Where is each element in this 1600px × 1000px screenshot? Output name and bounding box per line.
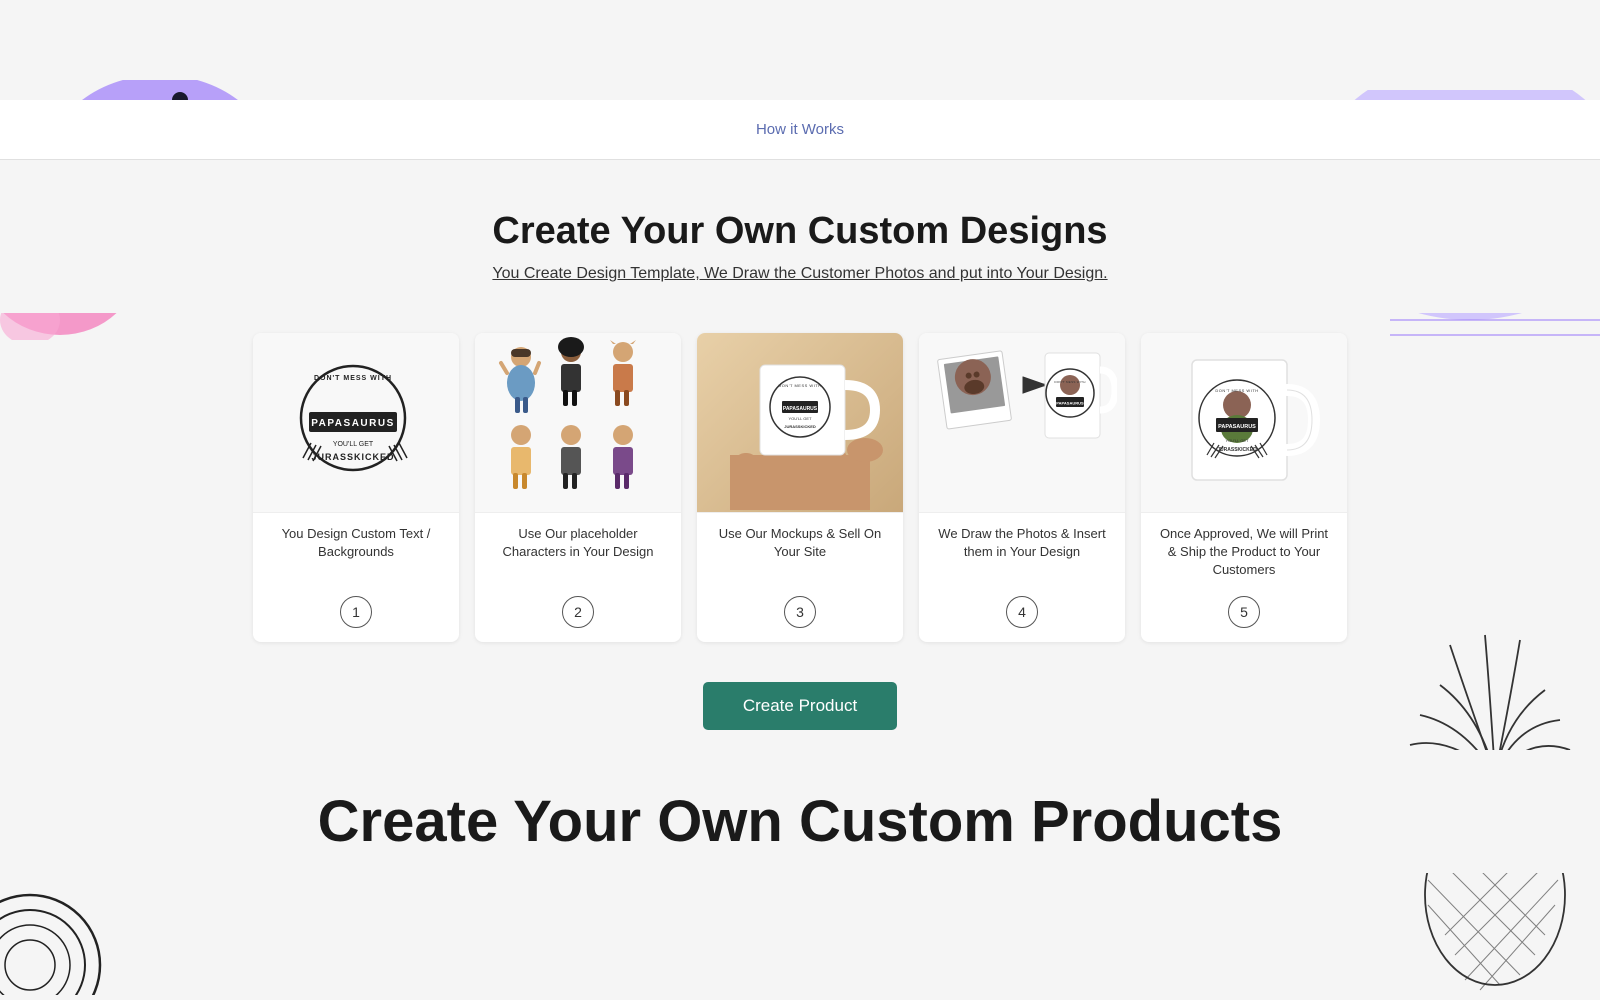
step-1-image: DON'T MESS WITH PAPASAURUS YOU'LL GET JU…	[253, 333, 459, 513]
step-2-image	[475, 333, 681, 513]
hero-title: Create Your Own Custom Designs	[80, 210, 1520, 253]
svg-text:JURASSKICKED: JURASSKICKED	[311, 452, 394, 462]
bottom-title: Create Your Own Custom Products	[80, 790, 1520, 854]
hero-section: Create Your Own Custom Designs You Creat…	[0, 160, 1600, 313]
svg-text:YOU'LL GET: YOU'LL GET	[1225, 438, 1249, 443]
step-card-1: DON'T MESS WITH PAPASAURUS YOU'LL GET JU…	[253, 333, 459, 642]
bottom-section: Create Your Own Custom Products	[0, 750, 1600, 874]
svg-text:PAPASAURUS: PAPASAURUS	[311, 418, 395, 429]
svg-text:PAPASAURUS: PAPASAURUS	[783, 406, 818, 412]
step-5-image: PAPASAURUS YOU'LL GET JURASSKICKED DON'T…	[1141, 333, 1347, 513]
svg-text:DON'T MESS WITH: DON'T MESS WITH	[314, 375, 392, 382]
step-3-number: 3	[784, 596, 816, 628]
step-3-label: Use Our Mockups & Sell On Your Site	[697, 513, 903, 588]
svg-text:JURASSKICKED: JURASSKICKED	[784, 424, 816, 429]
step-2-number: 2	[562, 596, 594, 628]
step-3-image: PAPASAURUS YOU'LL GET JURASSKICKED DON'T…	[697, 333, 903, 513]
cta-section: Create Product	[0, 662, 1600, 750]
hero-subtitle[interactable]: You Create Design Template, We Draw the …	[80, 265, 1520, 283]
svg-text:DON'T MESS WITH: DON'T MESS WITH	[778, 383, 821, 388]
step-card-2: Use Our placeholder Characters in Your D…	[475, 333, 681, 642]
how-it-works-link[interactable]: How it Works	[756, 121, 844, 138]
step-card-3: PAPASAURUS YOU'LL GET JURASSKICKED DON'T…	[697, 333, 903, 642]
svg-text:PAPASAURUS: PAPASAURUS	[1056, 401, 1084, 406]
step-5-label: Once Approved, We will Print & Ship the …	[1141, 513, 1347, 588]
step-card-4: PAPASAURUS DON'T MESS WITH We Draw the P…	[919, 333, 1125, 642]
svg-text:DON'T MESS WITH: DON'T MESS WITH	[1054, 380, 1085, 384]
svg-text:PAPASAURUS: PAPASAURUS	[1218, 424, 1256, 430]
step-1-number: 1	[340, 596, 372, 628]
step-4-label: We Draw the Photos & Insert them in Your…	[919, 513, 1125, 588]
main-container: How it Works Create Your Own Custom Desi…	[0, 100, 1600, 1000]
steps-section: DON'T MESS WITH PAPASAURUS YOU'LL GET JU…	[0, 313, 1600, 662]
step-2-label: Use Our placeholder Characters in Your D…	[475, 513, 681, 588]
step-card-5: PAPASAURUS YOU'LL GET JURASSKICKED DON'T…	[1141, 333, 1347, 642]
step-5-number: 5	[1228, 596, 1260, 628]
create-product-button[interactable]: Create Product	[703, 682, 897, 730]
svg-text:JURASSKICKED: JURASSKICKED	[1217, 447, 1257, 453]
step-4-number: 4	[1006, 596, 1038, 628]
svg-text:DON'T MESS WITH: DON'T MESS WITH	[1215, 388, 1258, 393]
step-4-image: PAPASAURUS DON'T MESS WITH	[919, 333, 1125, 513]
svg-text:YOU'LL GET: YOU'LL GET	[333, 441, 374, 448]
nav-bar: How it Works	[0, 100, 1600, 160]
step-1-label: You Design Custom Text / Backgrounds	[253, 513, 459, 588]
svg-text:YOU'LL GET: YOU'LL GET	[788, 416, 812, 421]
